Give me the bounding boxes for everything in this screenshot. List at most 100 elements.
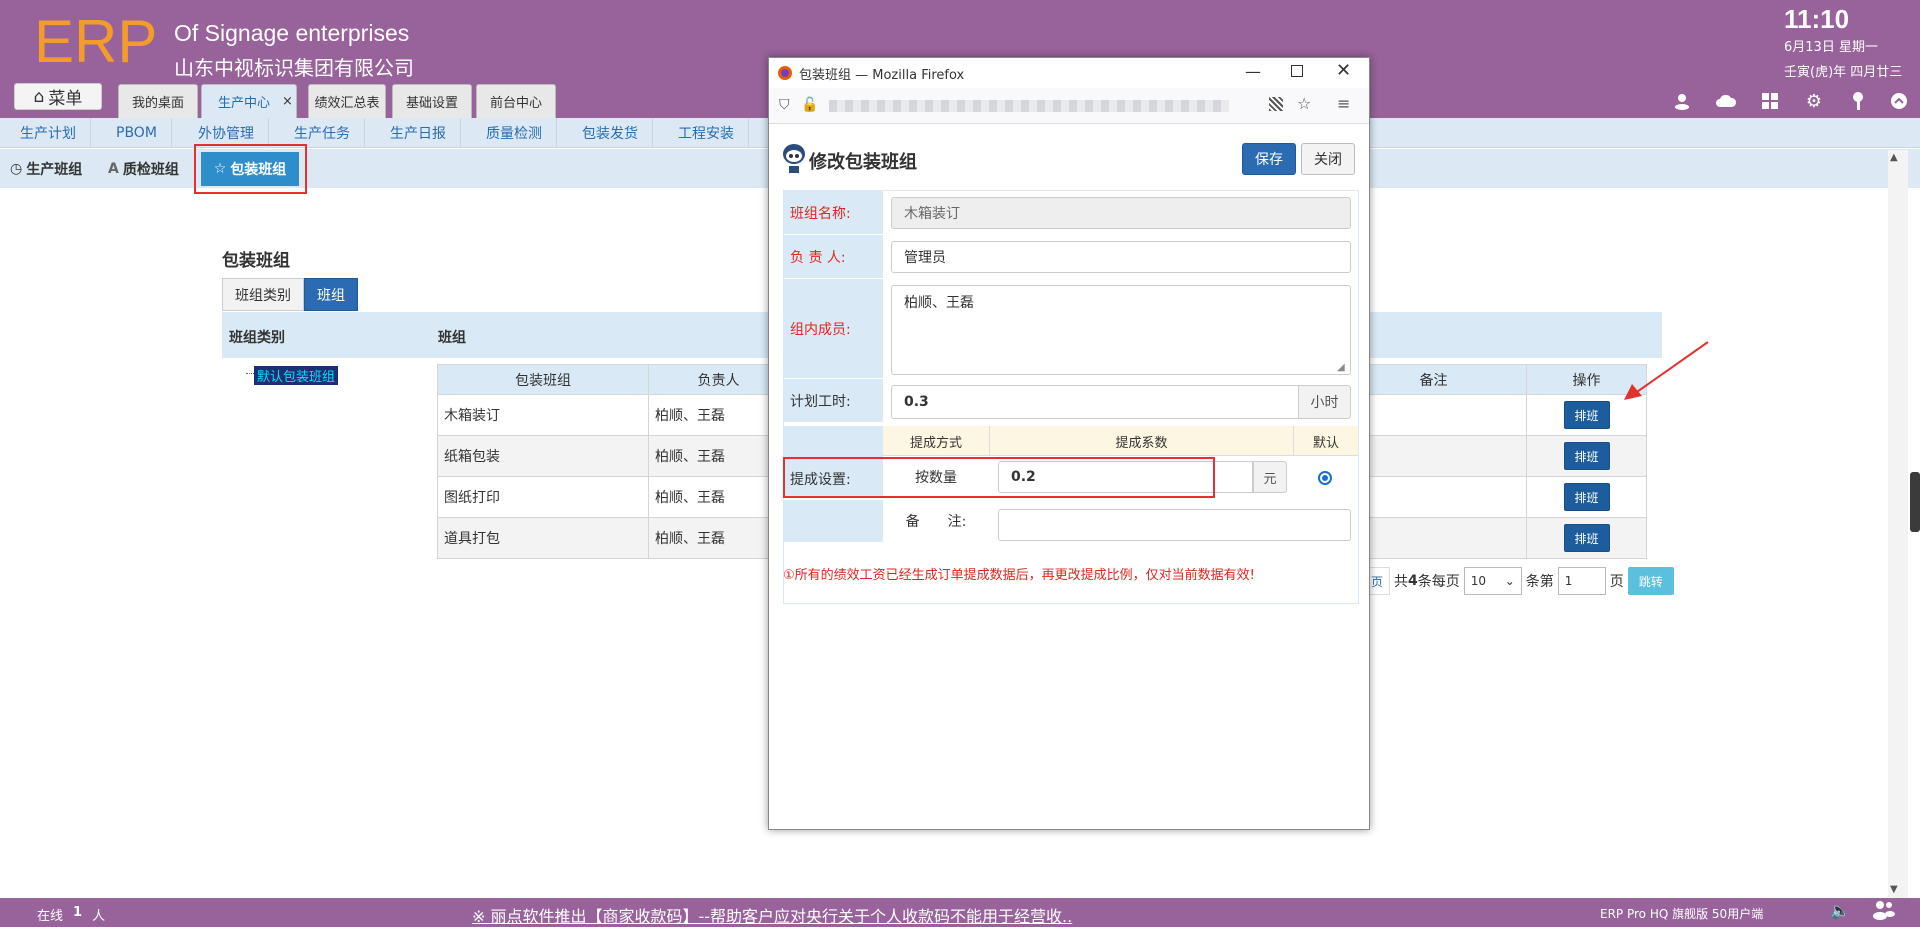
nav-item-production-plan[interactable]: 生产计划	[6, 118, 91, 148]
nav-item-quality-check[interactable]: 质量检测	[472, 118, 557, 148]
tab-performance-summary[interactable]: 绩效汇总表	[308, 84, 386, 118]
gear-icon[interactable]: ⚙	[1803, 90, 1825, 112]
clock-time: 11:10	[1784, 4, 1850, 34]
tab-label: 绩效汇总表	[314, 96, 380, 111]
maximize-icon[interactable]	[1291, 65, 1303, 77]
note-label-bg	[784, 500, 883, 542]
clock-lunar: 壬寅(虎)年 四月廿三	[1784, 65, 1903, 80]
qr-code-icon[interactable]	[1269, 97, 1283, 111]
company-name-en: Of Signage enterprises	[174, 20, 410, 46]
close-icon[interactable]: ×	[282, 94, 293, 109]
label-group-name: 班组名称:	[784, 191, 883, 235]
column-header: 包装班组	[437, 364, 649, 395]
url-field[interactable]	[829, 100, 1229, 112]
segment-group[interactable]: 班组	[304, 278, 358, 311]
resize-handle-icon[interactable]: ◢	[1337, 362, 1345, 373]
minimize-icon[interactable]: —	[1245, 62, 1261, 81]
subtab-label: 生产班组	[26, 161, 83, 178]
cell-name: 木箱装订	[437, 394, 649, 436]
commission-col-coef: 提成系数	[989, 426, 1294, 456]
edit-dialog-window: 包装班组 — Mozilla Firefox — ✕ ⛉ 🔓 ☆ ≡ 修改包装班…	[768, 57, 1370, 830]
members-textarea[interactable]: 柏顺、王磊	[891, 285, 1351, 375]
scroll-down-icon[interactable]: ▼	[1890, 884, 1898, 895]
warning-text: ①所有的绩效工资已经生成订单提成数据后，再更改提成比例，仅对当前数据有效!	[783, 568, 1255, 583]
company-name-cn: 山东中视标识集团有限公司	[174, 56, 414, 80]
schedule-button[interactable]: 排班	[1563, 483, 1610, 511]
nav-label: 工程安装	[678, 126, 734, 142]
pager-total-suffix: 条每页	[1417, 574, 1460, 590]
nav-label: 生产计划	[20, 126, 76, 142]
cell-name: 图纸打印	[437, 476, 649, 518]
users-icon[interactable]	[1872, 899, 1896, 925]
page-number-input[interactable]: 1	[1557, 567, 1606, 595]
nav-item-daily-report[interactable]: 生产日报	[376, 118, 461, 148]
close-window-icon[interactable]: ✕	[1336, 60, 1351, 81]
bookmark-star-icon[interactable]: ☆	[1297, 94, 1311, 113]
pager-total: 4	[1408, 573, 1418, 589]
pager-total-prefix: 共	[1394, 574, 1409, 590]
menu-button[interactable]: ⌂ 菜单	[14, 83, 102, 110]
note-field[interactable]	[998, 509, 1351, 541]
schedule-button[interactable]: 排班	[1563, 442, 1610, 470]
group-name-field[interactable]: 木箱装订	[891, 197, 1351, 229]
schedule-button[interactable]: 排班	[1563, 401, 1610, 429]
label-note: 备 注:	[905, 514, 967, 530]
save-button[interactable]: 保存	[1242, 143, 1296, 175]
side-handle[interactable]	[1910, 472, 1920, 532]
nav-label: 包装发货	[582, 126, 638, 142]
announcement-marquee[interactable]: ※ 丽点软件推出【商家收款码】--帮助客户应对央行关于个人收款码不能用于经营收.…	[472, 903, 1072, 927]
shield-icon[interactable]: ⛉	[779, 97, 790, 113]
online-prefix: 在线	[37, 909, 64, 924]
segment-category[interactable]: 班组类别	[222, 278, 304, 311]
apps-icon[interactable]	[1759, 90, 1781, 112]
clock-icon: ◷	[10, 160, 23, 177]
leader-field[interactable]: 管理员	[891, 241, 1351, 273]
hours-unit: 小时	[1298, 385, 1351, 419]
cloud-icon[interactable]	[1715, 90, 1737, 112]
jump-button[interactable]: 跳转	[1627, 567, 1674, 595]
pager-goto-suffix: 页	[1609, 574, 1624, 590]
scroll-up-icon[interactable]: ▲	[1890, 152, 1898, 163]
page-size-select[interactable]: 10 ⌄	[1463, 567, 1522, 595]
planned-hours-field[interactable]: 0.3	[891, 385, 1299, 419]
nav-label: 生产日报	[390, 126, 446, 142]
nav-item-installation[interactable]: 工程安装	[664, 118, 749, 148]
tab-front-center[interactable]: 前台中心	[476, 84, 556, 118]
key-icon[interactable]	[1847, 90, 1869, 112]
speaker-icon[interactable]: 🔈	[1830, 901, 1850, 920]
dialog-heading: 修改包装班组	[809, 152, 917, 173]
hamburger-menu-icon[interactable]: ≡	[1337, 94, 1350, 113]
schedule-button[interactable]: 排班	[1563, 524, 1610, 552]
highlight-box-subtab	[194, 144, 307, 194]
collapse-icon[interactable]	[1888, 90, 1910, 112]
pager-goto-prefix: 条第	[1525, 574, 1554, 590]
vertical-scrollbar[interactable]	[1888, 150, 1908, 900]
tree-connector	[246, 373, 254, 374]
column-group: 班组	[438, 330, 466, 346]
commission-col-method: 提成方式	[909, 435, 962, 451]
close-button[interactable]: 关闭	[1301, 143, 1355, 175]
subtab-qc-group[interactable]: A 质检班组	[100, 149, 187, 188]
window-title: 包装班组 — Mozilla Firefox	[799, 67, 965, 83]
default-radio[interactable]	[1318, 471, 1332, 485]
subtab-production-group[interactable]: ◷ 生产班组	[2, 149, 90, 188]
tree-item-default-packing[interactable]: 默认包装班组	[254, 366, 339, 385]
subtab-label: 质检班组	[122, 161, 179, 178]
user-icon[interactable]	[1671, 90, 1693, 112]
tab-label: 前台中心	[489, 96, 542, 111]
tab-production-center[interactable]: 生产中心 ×	[201, 84, 297, 118]
lock-warning-icon[interactable]: 🔓	[801, 97, 818, 113]
highlight-box-commission	[783, 457, 1215, 498]
tab-basic-settings[interactable]: 基础设置	[392, 84, 472, 118]
tab-label: 生产中心	[218, 96, 271, 111]
label-leader: 负 责 人:	[784, 235, 883, 279]
tab-my-desktop[interactable]: 我的桌面	[118, 84, 198, 118]
cell-name: 纸箱包装	[437, 435, 649, 477]
label-members: 组内成员:	[784, 279, 883, 379]
red-arrow-annotation	[1624, 341, 1709, 400]
nav-item-pbom[interactable]: PBOM	[102, 118, 172, 148]
cell-name: 道具打包	[437, 517, 649, 559]
home-icon: ⌂	[33, 86, 45, 107]
online-suffix: 人	[92, 909, 106, 924]
nav-item-packing-shipping[interactable]: 包装发货	[568, 118, 653, 148]
